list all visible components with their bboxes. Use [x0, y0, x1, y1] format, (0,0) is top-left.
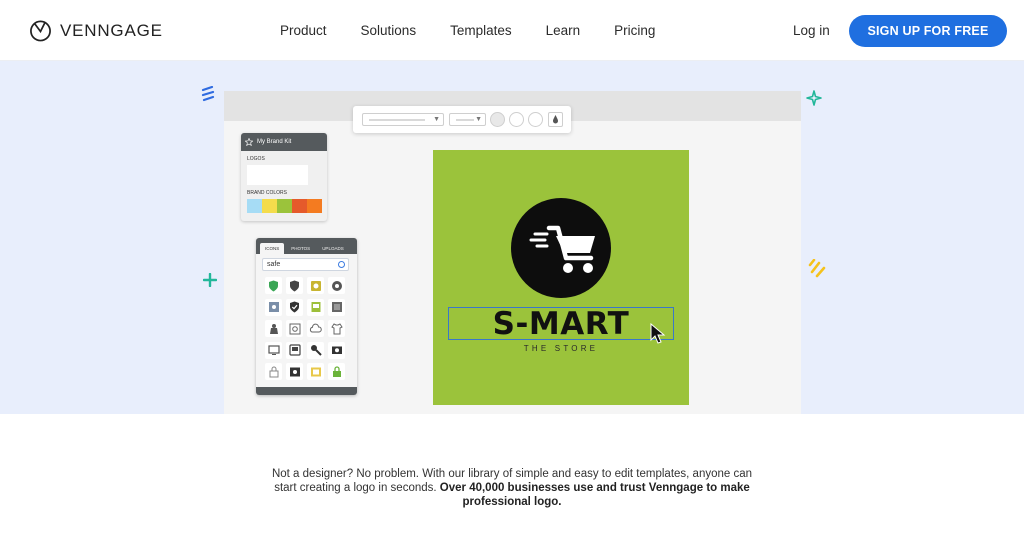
nav-templates[interactable]: Templates	[450, 23, 512, 38]
brand-kit-header: My Brand Kit	[241, 133, 327, 151]
shopping-cart-icon	[529, 225, 595, 273]
brand-color-swatch[interactable]	[292, 199, 307, 213]
site-header: VENNGAGE Product Solutions Templates Lea…	[0, 0, 1024, 61]
safe-dial-icon[interactable]	[286, 363, 303, 380]
plus-decoration-icon	[203, 273, 217, 287]
cloud-icon[interactable]	[307, 320, 324, 337]
format-toolbar: ▼ ▼	[353, 106, 571, 133]
lock-outline-icon[interactable]	[265, 363, 282, 380]
description-bold: Over 40,000 businesses use and trust Ven…	[439, 482, 750, 508]
person-icon[interactable]	[265, 320, 282, 337]
jersey-icon[interactable]	[328, 320, 345, 337]
nav-pricing[interactable]: Pricing	[614, 23, 655, 38]
login-link[interactable]: Log in	[793, 23, 830, 38]
monitor-icon[interactable]	[265, 341, 282, 359]
color-swatch-2[interactable]	[509, 112, 524, 127]
opacity-button[interactable]	[548, 112, 563, 127]
shield-check-icon[interactable]	[286, 298, 303, 316]
icon-search-value: safe	[267, 261, 281, 268]
search-icon[interactable]	[338, 261, 345, 268]
icons-panel-footer	[256, 387, 357, 395]
main-nav: Product Solutions Templates Learn Pricin…	[280, 23, 689, 38]
nav-learn[interactable]: Learn	[546, 23, 581, 38]
safe-outline-icon[interactable]	[286, 320, 303, 337]
stripes-yellow-decoration-icon	[808, 259, 826, 278]
brand-colors-label: BRAND COLORS	[247, 190, 288, 196]
brand-color-swatch[interactable]	[277, 199, 292, 213]
lock-green-icon[interactable]	[328, 363, 345, 380]
logo-circle	[511, 198, 611, 298]
mouse-cursor-icon	[650, 323, 666, 344]
font-family-select[interactable]: ▼	[362, 113, 444, 126]
safe-green-icon[interactable]	[307, 298, 324, 316]
shield-green-icon[interactable]	[265, 277, 282, 294]
safe-box-icon[interactable]	[265, 298, 282, 316]
stripes-decoration-icon	[201, 86, 215, 102]
droplet-icon	[553, 115, 558, 124]
star-icon	[245, 138, 253, 146]
logo-placeholder[interactable]	[247, 165, 308, 185]
vault-dial-icon[interactable]	[328, 277, 345, 294]
chevron-down-icon: ▼	[433, 116, 440, 123]
shield-dark-icon[interactable]	[286, 277, 303, 294]
tab-icons[interactable]: ICONS	[260, 243, 285, 254]
nav-product[interactable]: Product	[280, 23, 327, 38]
logo-canvas[interactable]: S-MART THE STORE	[433, 150, 689, 405]
icons-panel: ICONS PHOTOS UPLOADS safe	[256, 238, 357, 395]
logo-subtitle[interactable]: THE STORE	[433, 344, 689, 353]
logos-label: LOGOS	[247, 156, 265, 162]
brand-kit-title: My Brand Kit	[257, 139, 292, 145]
icon-results-grid	[265, 277, 345, 380]
screen-icon[interactable]	[286, 341, 303, 359]
safe-grey-icon[interactable]	[328, 298, 345, 316]
chevron-down-icon: ▼	[475, 116, 482, 123]
venngage-logo[interactable]: VENNGAGE	[29, 19, 163, 42]
brand-color-swatch[interactable]	[247, 199, 262, 213]
venngage-logo-icon	[30, 20, 51, 42]
tab-uploads[interactable]: UPLOADS	[317, 243, 349, 254]
tab-photos[interactable]: PHOTOS	[286, 243, 315, 254]
brand-colors-row	[247, 199, 327, 213]
key-icon[interactable]	[307, 341, 324, 359]
nav-solutions[interactable]: Solutions	[361, 23, 417, 38]
brand-name: VENNGAGE	[60, 20, 163, 40]
camera-safe-icon[interactable]	[328, 341, 345, 359]
safe-yellow-small-icon[interactable]	[307, 363, 324, 380]
brand-color-swatch[interactable]	[262, 199, 277, 213]
signup-button[interactable]: SIGN UP FOR FREE	[849, 15, 1007, 47]
icons-panel-tabs: ICONS PHOTOS UPLOADS	[256, 238, 357, 254]
safe-yellow-icon[interactable]	[307, 277, 324, 294]
sparkle-decoration-icon	[806, 90, 822, 106]
color-swatch-3[interactable]	[528, 112, 543, 127]
brand-kit-panel: My Brand Kit LOGOS BRAND COLORS	[241, 133, 327, 221]
brand-color-swatch[interactable]	[307, 199, 322, 213]
font-size-select[interactable]: ▼	[449, 113, 486, 126]
icon-search-input[interactable]: safe	[262, 258, 349, 271]
color-swatch-1[interactable]	[490, 112, 505, 127]
description-text: Not a designer? No problem. With our lib…	[262, 467, 762, 509]
